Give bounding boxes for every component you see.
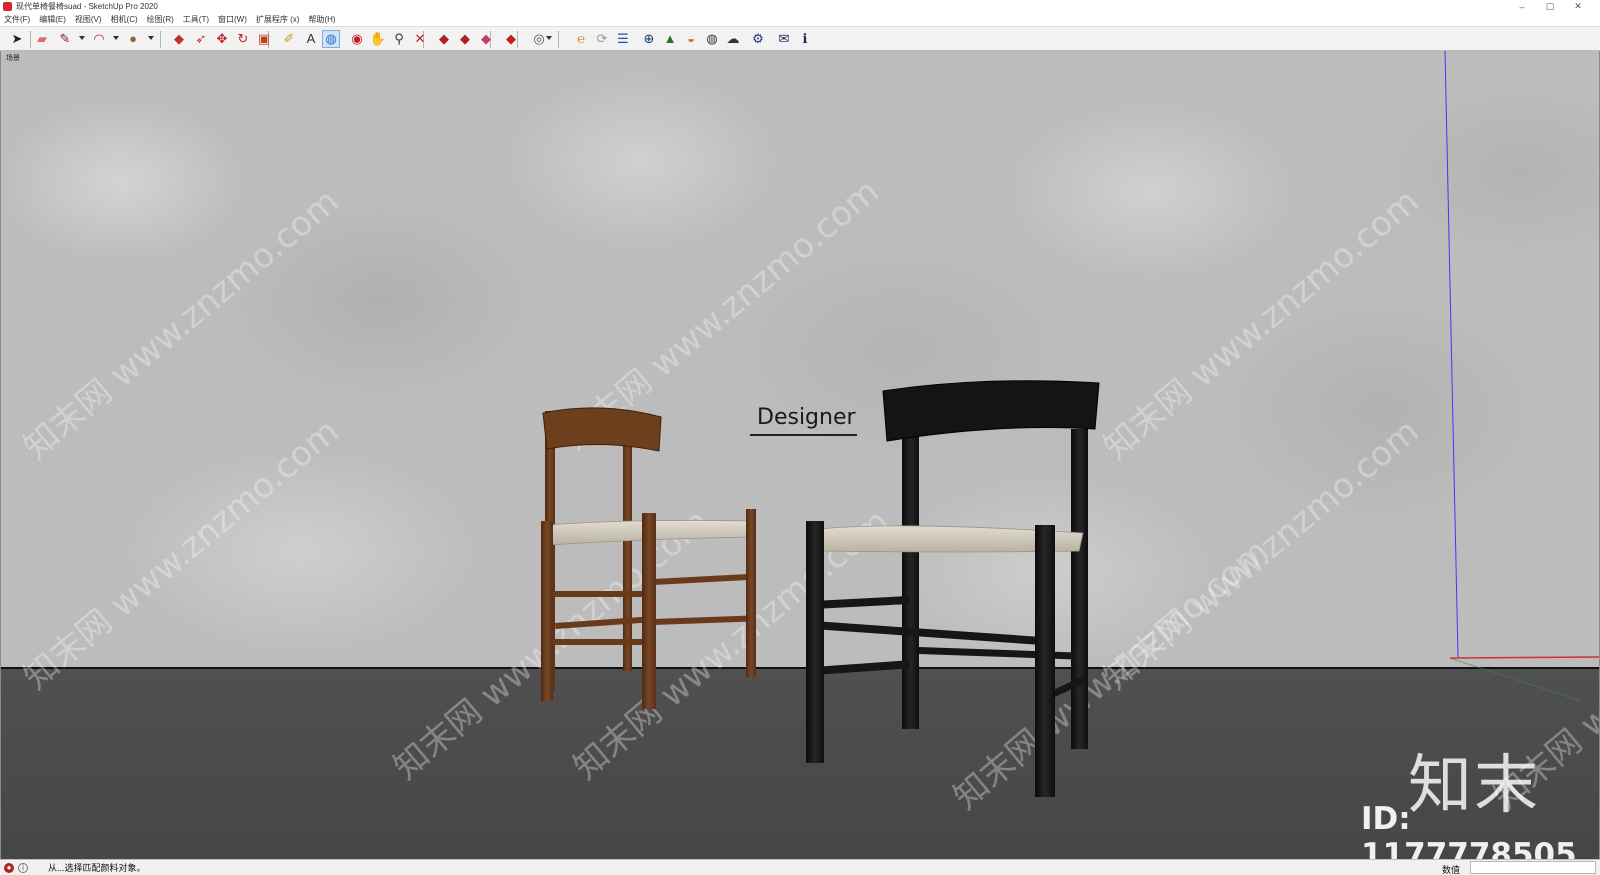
brand-watermark-id: ID: 1177778505 [1361,801,1577,859]
main-toolbar: ➤ ▰ ✎ ◠ ● ◆ ➶ ✥ ↻ ▣ ✐ A ◍ ◉ ✋ ⚲ ✕ ◆ ◆ ◆ ◆ ◎ ℮ ⟳ ☰ ⊕ ▲ ◒ ◍ ☁ ⚙ ✉ ℹ [0,26,1600,51]
layers-icon[interactable]: ☰ [614,30,632,48]
push-pull-icon[interactable]: ◆ [170,30,188,48]
instructor-info-icon[interactable]: i [18,862,28,873]
menu-edit[interactable]: 编辑(E) [39,14,66,25]
status-bar: ● i 从...选择匹配颜料对象。 数值 [0,859,1600,875]
close-button[interactable]: ✕ [1564,0,1592,13]
vcb-label: 数值 [1442,865,1461,875]
refresh-icon[interactable]: ⟳ [593,30,611,48]
menu-window[interactable]: 窗口(W) [218,14,247,25]
menu-bar: 文件(F) 编辑(E) 视图(V) 相机(C) 绘图(R) 工具(T) 窗口(W… [0,13,1600,26]
select-icon[interactable]: ➤ [8,30,26,48]
menu-file[interactable]: 文件(F) [4,14,30,25]
black-chair-back-leg [902,429,919,729]
black-chair-stretcher [812,595,910,609]
scale-icon[interactable]: ▣ [255,30,273,48]
pencil-icon[interactable]: ✎ [56,30,74,48]
geo-location-icon[interactable]: ● [4,862,14,873]
minimize-button[interactable]: – [1508,0,1536,13]
black-chair-stretcher [812,621,1047,646]
add-circle-icon[interactable]: ⊕ [640,30,658,48]
title-bar: 现代单椅餐椅suad - SketchUp Pro 2020 – ▢ ✕ [0,0,1600,13]
warehouse-icon[interactable]: ◆ [435,30,453,48]
sketchup-logo-icon [3,2,12,11]
cloud-upload-icon[interactable]: ☁ [724,30,742,48]
window-controls: – ▢ ✕ [1508,0,1592,13]
zoom-icon[interactable]: ⚲ [390,30,408,48]
sketchup-window: 现代单椅餐椅suad - SketchUp Pro 2020 – ▢ ✕ 文件(… [0,0,1600,875]
profile-icon[interactable]: ◎ [530,30,548,48]
arc-dropdown-icon[interactable] [113,36,119,40]
black-chair-front-leg [1035,525,1055,797]
move-icon[interactable]: ✥ [213,30,231,48]
settings-gear-icon[interactable]: ⚙ [749,30,767,48]
black-chair-back-leg [1071,429,1088,749]
menu-camera[interactable]: 相机(C) [111,14,138,25]
arc-icon[interactable]: ◠ [90,30,108,48]
status-message: 从...选择匹配颜料对象。 [48,863,146,873]
menu-view[interactable]: 视图(V) [75,14,102,25]
window-title: 现代单椅餐椅suad - SketchUp Pro 2020 [16,2,158,11]
rotate-icon[interactable]: ↻ [234,30,252,48]
zoom-extents-icon[interactable]: ✕ [411,30,429,48]
tree-icon[interactable]: ▲ [661,30,679,48]
tape-measure-icon[interactable]: ✐ [280,30,298,48]
extension-warehouse-icon[interactable]: ◆ [477,30,495,48]
black-chair-backrest [882,380,1100,442]
black-chair[interactable] [1,51,1600,859]
sunset-icon[interactable]: ◒ [682,30,700,48]
toolbar-separator [160,31,161,48]
eraser-icon[interactable]: ▰ [33,30,51,48]
shape-icon[interactable]: ● [124,30,142,48]
black-chair-front-leg [806,521,824,763]
scene-tab[interactable]: 场景 [6,53,20,63]
designer-text-annotation[interactable]: Designer [757,405,856,430]
follow-me-icon[interactable]: ➶ [192,30,210,48]
shape-dropdown-icon[interactable] [148,36,154,40]
toolbar-separator [558,31,559,48]
mail-icon[interactable]: ✉ [775,30,793,48]
menu-extensions[interactable]: 扩展程序 (x) [256,14,300,25]
model-viewport[interactable]: 知末网 www.znzmo.com 知末网 www.znzmo.com 知末网 ww… [0,51,1600,859]
info-icon[interactable]: ℹ [796,30,814,48]
checker-globe-icon[interactable]: ◍ [703,30,721,48]
menu-help[interactable]: 帮助(H) [308,14,335,25]
orbit-icon[interactable]: ◉ [348,30,366,48]
black-chair-stretcher [813,660,910,675]
plugin-e-icon[interactable]: ℮ [572,30,590,48]
pencil-dropdown-icon[interactable] [79,36,85,40]
toolbar-separator [30,31,31,48]
restore-button[interactable]: ▢ [1536,0,1564,13]
text-icon[interactable]: A [302,30,320,48]
paint-bucket-icon[interactable]: ◍ [322,30,340,48]
pan-icon[interactable]: ✋ [369,30,387,48]
designer-underline [750,434,857,436]
menu-draw[interactable]: 绘图(R) [147,14,174,25]
menu-tools[interactable]: 工具(T) [183,14,209,25]
measurements-input[interactable] [1470,861,1596,874]
ruby-icon[interactable]: ◆ [502,30,520,48]
share-model-icon[interactable]: ◆ [456,30,474,48]
